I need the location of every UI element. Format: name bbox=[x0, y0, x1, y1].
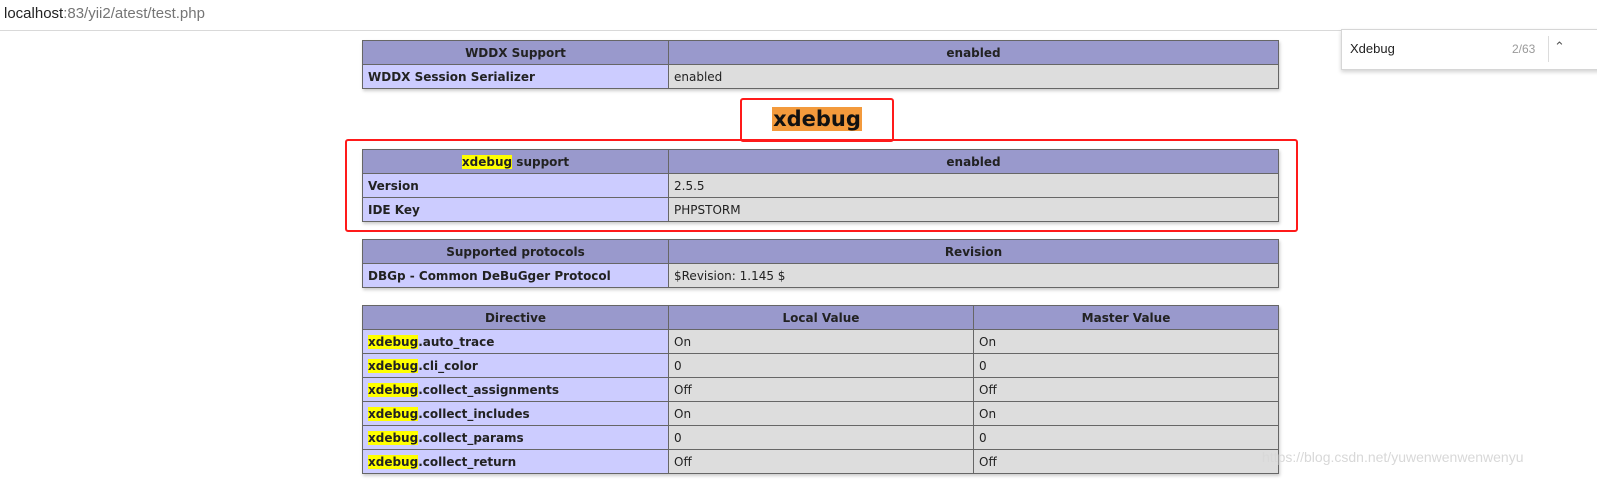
search-highlight: xdebug bbox=[368, 406, 419, 421]
search-highlight: xdebug bbox=[368, 430, 419, 445]
directive-name-cell: xdebug.collect_assignments bbox=[362, 377, 669, 402]
table-row: WDDX Session Serializer enabled bbox=[362, 64, 1279, 89]
master-value-cell: On bbox=[973, 329, 1279, 354]
directive-name-cell: xdebug.auto_trace bbox=[362, 329, 669, 354]
address-bar[interactable]: localhost:83/yii2/atest/test.php bbox=[0, 0, 1597, 31]
search-highlight: xdebug bbox=[368, 334, 419, 349]
table-header-cell: Master Value bbox=[973, 305, 1279, 330]
table-header-cell: Revision bbox=[668, 239, 1279, 264]
master-value-cell: On bbox=[973, 401, 1279, 426]
table-row: xdebug.collect_assignments Off Off bbox=[362, 377, 1279, 402]
directive-suffix: .collect_return bbox=[418, 454, 517, 469]
find-input[interactable]: Xdebug bbox=[1350, 41, 1395, 56]
local-value-cell: Off bbox=[668, 449, 974, 474]
directive-name-cell: xdebug.cli_color bbox=[362, 353, 669, 378]
search-highlight: xdebug bbox=[368, 454, 419, 469]
local-value-cell: On bbox=[668, 329, 974, 354]
directives-table: Directive Local Value Master Value xdebu… bbox=[362, 305, 1279, 474]
directive-suffix: .collect_assignments bbox=[418, 382, 560, 397]
master-value-cell: 0 bbox=[973, 425, 1279, 450]
master-value-cell: Off bbox=[973, 449, 1279, 474]
table-key-cell: DBGp - Common DeBuGger Protocol bbox=[362, 263, 669, 288]
table-header-row: Supported protocols Revision bbox=[362, 239, 1279, 264]
local-value-cell: 0 bbox=[668, 353, 974, 378]
directive-suffix: .cli_color bbox=[418, 358, 478, 373]
local-value-cell: On bbox=[668, 401, 974, 426]
table-header-cell: enabled bbox=[668, 40, 1279, 65]
table-value-cell: enabled bbox=[668, 64, 1279, 89]
table-header-cell: Supported protocols bbox=[362, 239, 669, 264]
table-row: xdebug.collect_params 0 0 bbox=[362, 425, 1279, 450]
table-header-row: Directive Local Value Master Value bbox=[362, 305, 1279, 330]
directive-suffix: .collect_params bbox=[418, 430, 524, 445]
chevron-up-icon[interactable]: ⌃ bbox=[1554, 39, 1565, 55]
search-highlight: xdebug bbox=[368, 382, 419, 397]
wddx-table: WDDX Support enabled WDDX Session Serial… bbox=[362, 40, 1279, 89]
table-header-cell: Directive bbox=[362, 305, 669, 330]
master-value-cell: 0 bbox=[973, 353, 1279, 378]
watermark: https://blog.csdn.net/yuwenwenwenwenyu bbox=[1262, 449, 1524, 465]
search-highlight: xdebug bbox=[368, 358, 419, 373]
table-header-row: WDDX Support enabled bbox=[362, 40, 1279, 65]
local-value-cell: Off bbox=[668, 377, 974, 402]
table-header-cell: WDDX Support bbox=[362, 40, 669, 65]
find-divider bbox=[1548, 36, 1549, 62]
table-row: xdebug.auto_trace On On bbox=[362, 329, 1279, 354]
directive-name-cell: xdebug.collect_includes bbox=[362, 401, 669, 426]
table-row: xdebug.collect_includes On On bbox=[362, 401, 1279, 426]
table-header-cell: Local Value bbox=[668, 305, 974, 330]
protocols-table: Supported protocols Revision DBGp - Comm… bbox=[362, 239, 1279, 288]
annotation-box bbox=[345, 139, 1298, 232]
url-host: localhost bbox=[4, 5, 64, 22]
table-row: xdebug.collect_return Off Off bbox=[362, 449, 1279, 474]
find-match-count: 2/63 bbox=[1512, 42, 1536, 56]
directives-body: xdebug.auto_trace On On xdebug.cli_color 0 0 x… bbox=[362, 329, 1279, 474]
url-text[interactable]: localhost:83/yii2/atest/test.php bbox=[4, 5, 205, 22]
table-value-cell: $Revision: 1.145 $ bbox=[668, 263, 1279, 288]
find-bar[interactable]: Xdebug 2/63 ⌃ bbox=[1341, 29, 1597, 70]
xdebug-section-title: xdebug bbox=[740, 98, 894, 142]
directive-name-cell: xdebug.collect_return bbox=[362, 449, 669, 474]
table-key-cell: WDDX Session Serializer bbox=[362, 64, 669, 89]
url-path: :83/yii2/atest/test.php bbox=[63, 5, 205, 22]
directive-suffix: .collect_includes bbox=[418, 406, 530, 421]
local-value-cell: 0 bbox=[668, 425, 974, 450]
master-value-cell: Off bbox=[973, 377, 1279, 402]
directive-suffix: .auto_trace bbox=[418, 334, 495, 349]
directive-name-cell: xdebug.collect_params bbox=[362, 425, 669, 450]
active-search-match: xdebug bbox=[772, 107, 862, 131]
table-row: xdebug.cli_color 0 0 bbox=[362, 353, 1279, 378]
table-row: DBGp - Common DeBuGger Protocol $Revisio… bbox=[362, 263, 1279, 288]
